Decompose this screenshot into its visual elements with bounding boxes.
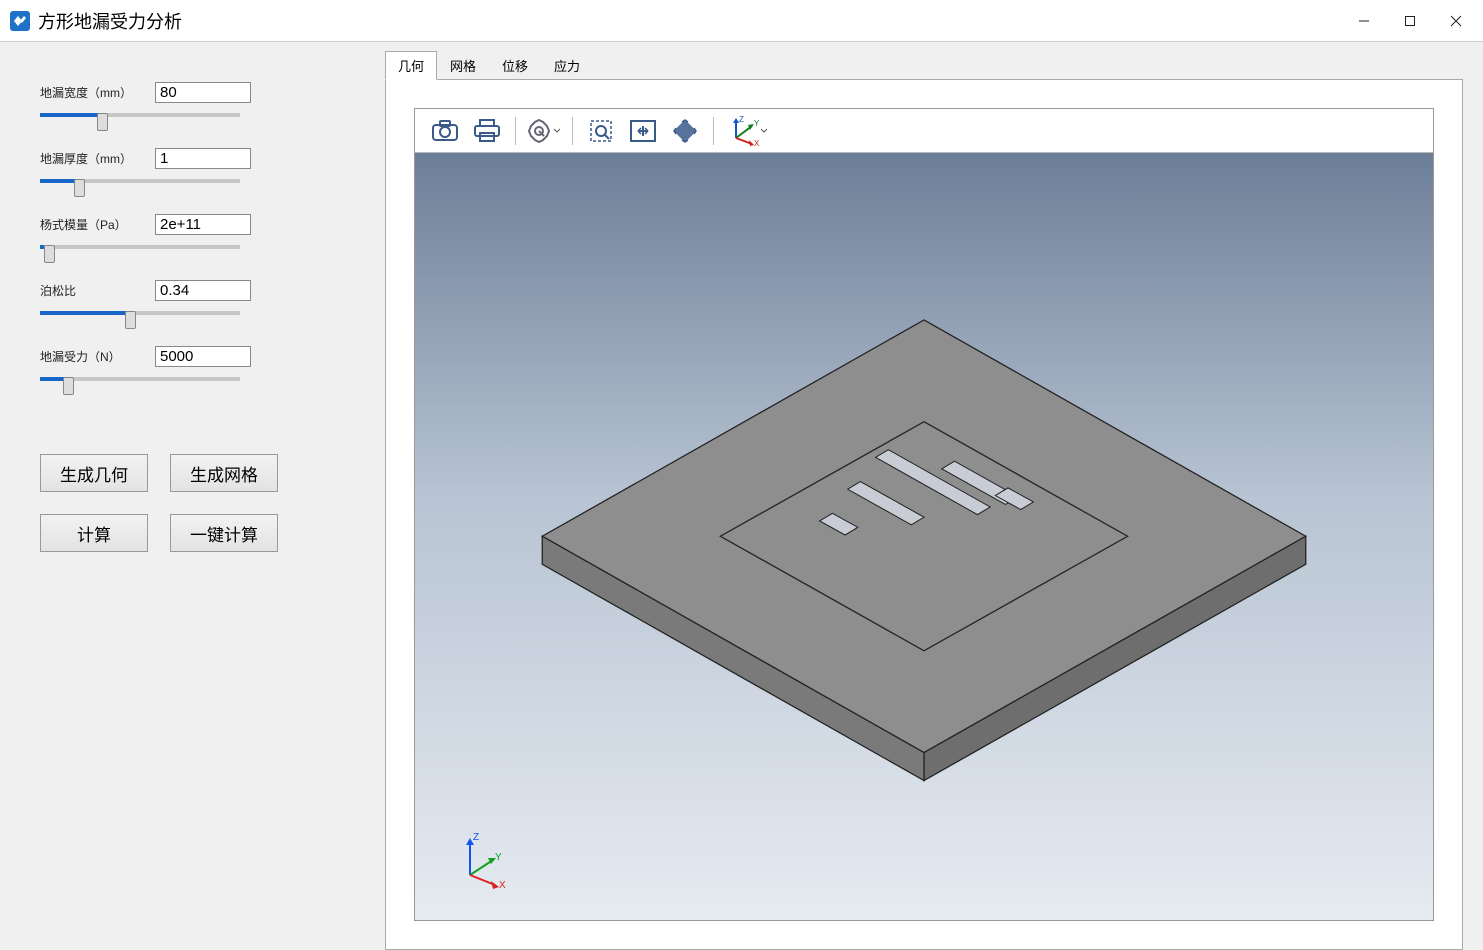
svg-text:X: X bbox=[754, 139, 760, 146]
generate-mesh-button[interactable]: 生成网格 bbox=[170, 454, 278, 492]
force-label: 地漏受力（N） bbox=[40, 348, 155, 365]
3d-viewport[interactable]: Z Y X bbox=[415, 153, 1433, 920]
axis-y-label: Y bbox=[495, 852, 502, 863]
maximize-button[interactable] bbox=[1387, 5, 1433, 37]
viewport-toolbar: ZYX bbox=[415, 109, 1433, 153]
tab-mesh[interactable]: 网格 bbox=[437, 51, 489, 80]
poisson-input[interactable] bbox=[155, 280, 251, 301]
young-input[interactable] bbox=[155, 214, 251, 235]
width-input[interactable] bbox=[155, 82, 251, 103]
thickness-slider[interactable] bbox=[40, 179, 240, 183]
svg-text:Z: Z bbox=[739, 116, 744, 124]
young-label: 杨式模量（Pa） bbox=[40, 216, 155, 233]
compute-button[interactable]: 计算 bbox=[40, 514, 148, 552]
zoom-selection-icon[interactable] bbox=[665, 113, 705, 149]
force-slider[interactable] bbox=[40, 377, 240, 381]
viewport-container: Z Y X bbox=[414, 108, 1434, 921]
fit-view-icon[interactable] bbox=[623, 113, 663, 149]
close-button[interactable] bbox=[1433, 5, 1479, 37]
thickness-input[interactable] bbox=[155, 148, 251, 169]
app-title: 方形地漏受力分析 bbox=[38, 8, 182, 34]
axis-triad: Z Y X bbox=[455, 830, 515, 890]
zoom-area-icon[interactable] bbox=[581, 113, 621, 149]
result-area: 几何 网格 位移 应力 bbox=[385, 42, 1483, 837]
thickness-label: 地漏厚度（mm） bbox=[40, 150, 155, 167]
tab-displacement[interactable]: 位移 bbox=[489, 51, 541, 80]
force-input[interactable] bbox=[155, 346, 251, 367]
axis-z-label: Z bbox=[473, 832, 479, 843]
tab-panel: Z Y X bbox=[385, 79, 1463, 950]
poisson-label: 泊松比 bbox=[40, 282, 155, 299]
axis-x-label: X bbox=[499, 880, 506, 890]
parameters-panel: 地漏宽度（mm） 地漏厚度（mm） 杨式模量（Pa） 泊松比 地漏受力（N） 生… bbox=[0, 42, 385, 837]
titlebar: 方形地漏受力分析 bbox=[0, 0, 1483, 42]
print-icon[interactable] bbox=[467, 113, 507, 149]
gear-icon[interactable] bbox=[524, 113, 564, 149]
width-slider[interactable] bbox=[40, 113, 240, 117]
poisson-slider[interactable] bbox=[40, 311, 240, 315]
geometry-model bbox=[415, 153, 1433, 920]
young-slider[interactable] bbox=[40, 245, 240, 249]
app-icon bbox=[8, 9, 32, 33]
camera-icon[interactable] bbox=[425, 113, 465, 149]
triad-icon[interactable]: ZYX bbox=[722, 113, 772, 149]
tabs: 几何 网格 位移 应力 bbox=[385, 52, 1463, 80]
tab-stress[interactable]: 应力 bbox=[541, 51, 593, 80]
minimize-button[interactable] bbox=[1341, 5, 1387, 37]
tab-geometry[interactable]: 几何 bbox=[385, 51, 437, 80]
generate-geometry-button[interactable]: 生成几何 bbox=[40, 454, 148, 492]
one-click-compute-button[interactable]: 一键计算 bbox=[170, 514, 278, 552]
width-label: 地漏宽度（mm） bbox=[40, 84, 155, 101]
